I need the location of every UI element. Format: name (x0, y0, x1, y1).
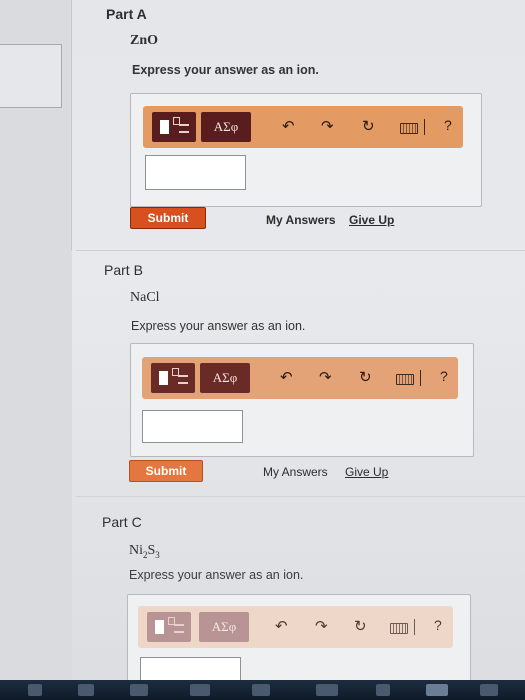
os-taskbar (0, 680, 525, 700)
left-panel-box (0, 44, 62, 108)
part-c-formula: Ni2S3 (129, 543, 160, 560)
part-b-formula: NaCl (130, 290, 160, 305)
part-b-title: Part B (104, 262, 143, 278)
part-a-my-answers-link[interactable]: My Answers (266, 213, 336, 227)
undo-icon[interactable]: ↶ (280, 369, 293, 387)
templates-button[interactable] (147, 612, 191, 642)
part-c-title: Part C (102, 514, 142, 530)
reset-icon[interactable]: ↻ (362, 118, 375, 136)
templates-icon (160, 120, 169, 134)
keyboard-icon[interactable] (390, 623, 408, 634)
part-c-toolbar: ΑΣφ ↶ ↷ ↻ ? (138, 606, 453, 648)
templates-icon (159, 371, 168, 385)
taskbar-item[interactable] (426, 684, 448, 696)
taskbar-item[interactable] (316, 684, 338, 696)
taskbar-item[interactable] (480, 684, 498, 696)
taskbar-item[interactable] (130, 684, 148, 696)
part-a-give-up-link[interactable]: Give Up (349, 213, 394, 227)
help-icon[interactable]: ? (444, 117, 452, 133)
part-a-toolbar: ΑΣφ ↶ ↷ ↻ ? (143, 106, 463, 148)
templates-button[interactable] (152, 112, 196, 142)
redo-icon[interactable]: ↷ (315, 618, 328, 636)
taskbar-item[interactable] (376, 684, 390, 696)
reset-icon[interactable]: ↻ (354, 618, 367, 636)
part-b-answer-input[interactable] (142, 410, 243, 443)
redo-icon[interactable]: ↷ (319, 369, 332, 387)
taskbar-item[interactable] (78, 684, 94, 696)
greek-letters-button[interactable]: ΑΣφ (199, 612, 249, 642)
toolbar-separator (414, 619, 415, 635)
part-b-submit-button[interactable]: Submit (129, 460, 203, 482)
part-a-answer-input[interactable] (145, 155, 246, 190)
help-icon[interactable]: ? (440, 368, 448, 384)
part-a-submit-button[interactable]: Submit (130, 207, 206, 229)
templates-icon (155, 620, 164, 634)
help-icon[interactable]: ? (434, 617, 442, 633)
taskbar-item[interactable] (190, 684, 210, 696)
part-b-my-answers-link[interactable]: My Answers (263, 465, 328, 479)
taskbar-item[interactable] (28, 684, 42, 696)
part-b-instruction: Express your answer as an ion. (131, 319, 306, 333)
part-separator (76, 250, 525, 251)
vertical-divider (71, 0, 72, 250)
part-a-instruction: Express your answer as an ion. (132, 63, 319, 77)
keyboard-icon[interactable] (396, 374, 414, 385)
part-separator (76, 496, 525, 497)
taskbar-item[interactable] (252, 684, 270, 696)
templates-button[interactable] (151, 363, 195, 393)
part-b-give-up-link[interactable]: Give Up (345, 465, 388, 479)
toolbar-separator (424, 119, 425, 135)
part-a-formula: ZnO (130, 33, 159, 48)
greek-letters-button[interactable]: ΑΣφ (201, 112, 251, 142)
undo-icon[interactable]: ↶ (275, 618, 288, 636)
keyboard-icon[interactable] (400, 123, 418, 134)
part-a-title: Part A (106, 6, 147, 22)
redo-icon[interactable]: ↷ (321, 118, 334, 136)
part-c-instruction: Express your answer as an ion. (129, 568, 304, 582)
reset-icon[interactable]: ↻ (359, 369, 372, 387)
undo-icon[interactable]: ↶ (282, 118, 295, 136)
greek-letters-button[interactable]: ΑΣφ (200, 363, 250, 393)
part-b-toolbar: ΑΣφ ↶ ↷ ↻ ? (142, 357, 458, 399)
toolbar-separator (420, 370, 421, 386)
